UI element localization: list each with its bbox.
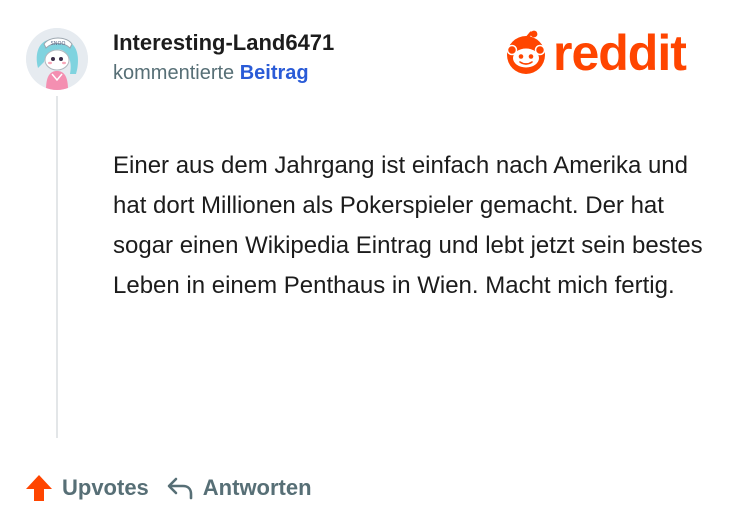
thread-line	[56, 96, 58, 438]
comment-author[interactable]: Interesting-Land6471	[113, 30, 334, 56]
upvote-arrow-icon	[24, 473, 54, 503]
comment-meta: kommentierte Beitrag	[113, 62, 309, 85]
upvote-button[interactable]: Upvotes	[24, 473, 149, 503]
reply-label: Antworten	[202, 475, 312, 500]
avatar-hat-text: SNOO	[51, 41, 66, 47]
reply-button[interactable]: Antworten	[165, 473, 312, 503]
comment-text: Einer aus dem Jahrgang ist einfach nach …	[113, 152, 703, 299]
comment-action-text: kommentierte	[113, 62, 235, 84]
avatar[interactable]: SNOO	[26, 28, 88, 90]
reply-arrow-icon	[165, 473, 195, 503]
reddit-logo: reddit	[503, 25, 687, 81]
comment-actions: Upvotes Antworten	[24, 473, 312, 503]
post-link[interactable]: Beitrag	[240, 62, 309, 84]
logo-wordmark: reddit	[553, 25, 687, 81]
upvote-label: Upvotes	[62, 475, 149, 500]
comment-body: Einer aus dem Jahrgang ist einfach nach …	[113, 146, 703, 306]
snoo-avatar-icon: SNOO	[26, 28, 88, 90]
snoo-logo-icon	[506, 30, 546, 74]
